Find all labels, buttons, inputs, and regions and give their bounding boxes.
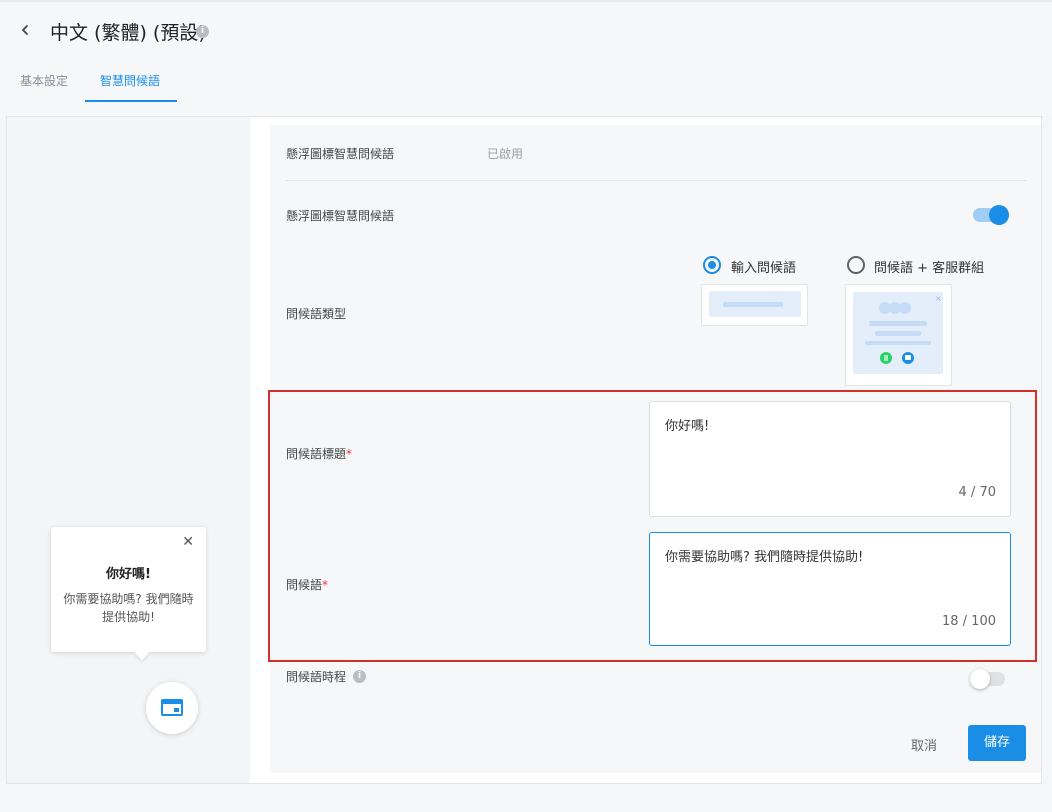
page-header: 中文 (繁體) (預設) i 基本設定 智慧問候語: [0, 0, 1052, 116]
greeting-message-label: 問候語*: [286, 576, 328, 593]
greeting-preview: ✕ 你好嗎! 你需要協助嗎? 我們隨時提供協助!: [7, 117, 250, 783]
status-value: 已啟用: [487, 147, 524, 161]
save-button[interactable]: 儲存: [968, 725, 1026, 761]
toggle-knob: [970, 669, 990, 689]
greeting-title-label: 問候語標題*: [286, 445, 352, 462]
greeting-title-value: 你好嗎!: [665, 419, 710, 434]
main-panel: ✕ 你好嗎! 你需要協助嗎? 我們隨時提供協助! 懸浮圖標智慧問候語 已啟用 懸…: [6, 116, 1042, 784]
bubble-title: 你好嗎!: [106, 567, 151, 582]
divider: [285, 180, 1027, 181]
radio-greeting-with-group[interactable]: [847, 256, 865, 274]
greeting-title-field[interactable]: 你好嗎! 4 / 70: [649, 401, 1011, 517]
greeting-message-value: 你需要協助嗎? 我們隨時提供協助!: [665, 550, 864, 565]
greeting-title-counter: 4 / 70: [958, 485, 996, 500]
chat-launcher-button[interactable]: [146, 682, 198, 734]
chevron-left-icon[interactable]: [16, 18, 36, 42]
cancel-button[interactable]: 取消: [911, 735, 937, 754]
info-circle-icon[interactable]: i: [196, 25, 209, 38]
status-label: 懸浮圖標智慧問候語: [286, 147, 395, 161]
floating-greeting-toggle-label: 懸浮圖標智慧問候語: [286, 209, 395, 223]
tab-smart-greeting[interactable]: 智慧問候語: [100, 72, 160, 89]
toggle-knob: [989, 205, 1009, 225]
greeting-schedule-toggle[interactable]: [970, 669, 1005, 689]
active-tab-indicator: [85, 100, 177, 102]
greeting-schedule-label: 問候語時程: [286, 670, 347, 684]
tab-basic-settings[interactable]: 基本設定: [20, 72, 68, 89]
close-icon[interactable]: ✕: [182, 534, 194, 550]
greeting-title-label-text: 問候語標題: [286, 447, 347, 461]
greeting-message-label-text: 問候語: [286, 578, 323, 592]
greeting-type-label: 問候語類型: [286, 307, 347, 321]
greeting-message-field[interactable]: 你需要協助嗎? 我們隨時提供協助! 18 / 100: [649, 532, 1011, 646]
settings-form: 懸浮圖標智慧問候語 已啟用 懸浮圖標智慧問候語 問候語類型 輸入問候語 問候語 …: [270, 125, 1041, 773]
svg-text:×: ×: [935, 294, 942, 303]
required-mark: *: [346, 447, 353, 461]
greeting-group-thumbnail[interactable]: ×: [845, 284, 952, 386]
info-circle-icon[interactable]: i: [353, 670, 366, 683]
chat-window-icon: [161, 699, 183, 716]
greeting-bubble: ✕ 你好嗎! 你需要協助嗎? 我們隨時提供協助!: [51, 527, 206, 652]
radio-input-greeting[interactable]: [703, 256, 721, 274]
group-preview-graphic: ×: [865, 294, 942, 364]
bubble-message: 你需要協助嗎? 我們隨時提供協助!: [63, 592, 194, 624]
required-mark: *: [322, 578, 329, 592]
floating-greeting-toggle[interactable]: [973, 205, 1009, 225]
input-greeting-thumbnail[interactable]: [701, 284, 808, 326]
radio-greeting-with-group-label[interactable]: 問候語 + 客服群組: [874, 257, 984, 276]
page-title: 中文 (繁體) (預設): [50, 22, 206, 44]
radio-input-greeting-label[interactable]: 輸入問候語: [731, 257, 796, 276]
greeting-message-counter: 18 / 100: [942, 614, 996, 629]
